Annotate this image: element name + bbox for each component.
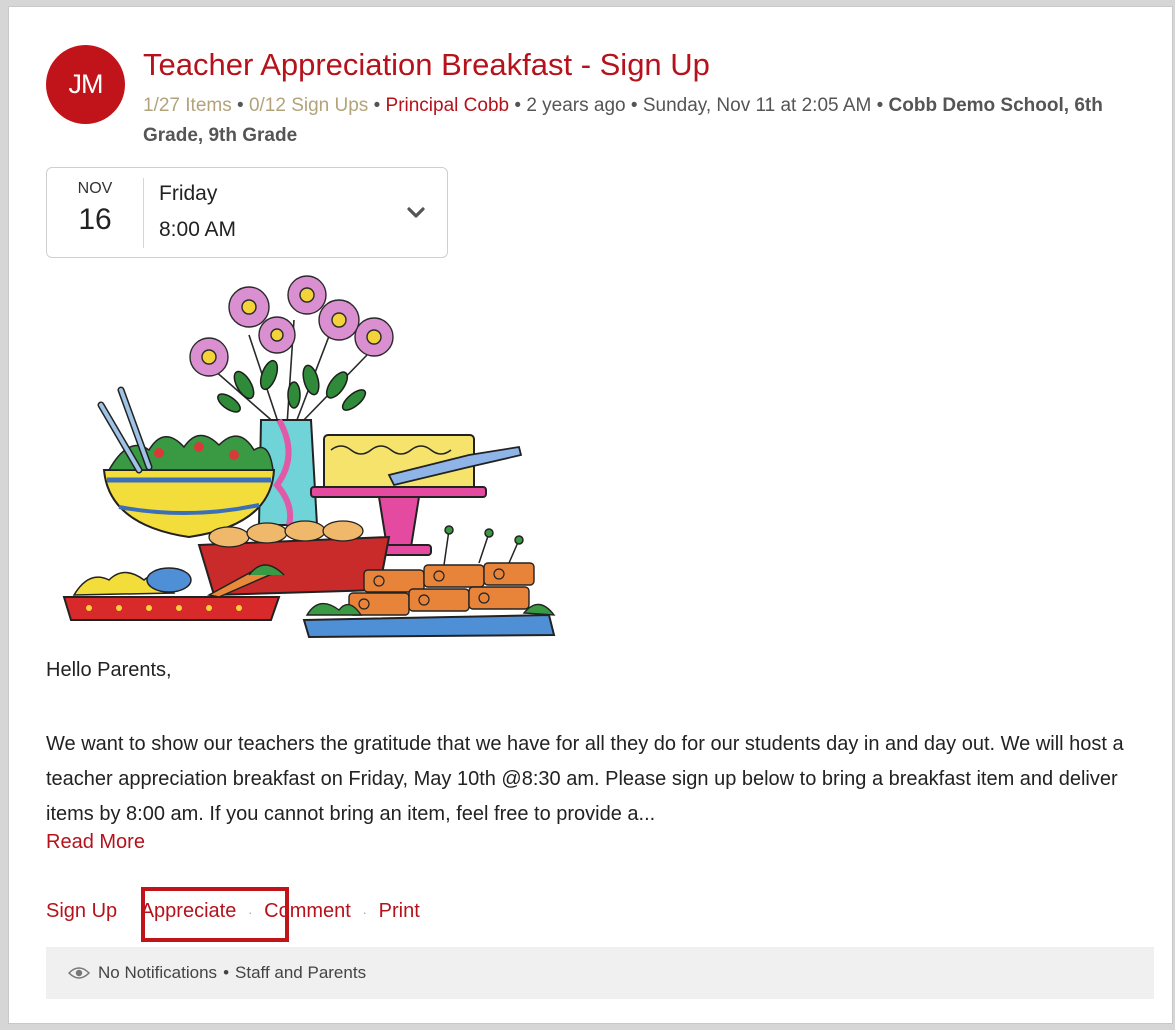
event-weekday: Friday <box>159 182 218 205</box>
breakfast-illustration <box>62 275 556 639</box>
audience-label: Staff and Parents <box>235 963 367 982</box>
sign-up-link[interactable]: Sign Up <box>46 900 117 922</box>
post-card: JM Teacher Appreciation Breakfast - Sign… <box>8 6 1173 1024</box>
meta-separator: • <box>630 95 638 116</box>
event-date-selector[interactable]: NOV 16 Friday 8:00 AM <box>46 167 448 258</box>
post-greeting: Hello Parents, <box>46 659 172 681</box>
post-footer: No Notifications • Staff and Parents <box>46 947 1154 999</box>
eye-icon <box>68 967 90 979</box>
post-meta: 1/27 Items • 0/12 Sign Ups • Principal C… <box>143 91 1143 151</box>
meta-separator: • <box>373 95 381 116</box>
read-more-link[interactable]: Read More <box>46 831 145 854</box>
event-day: 16 <box>78 203 112 236</box>
meta-separator: • <box>876 95 884 116</box>
print-link[interactable]: Print <box>379 900 420 922</box>
meta-separator: • <box>514 95 522 116</box>
post-age: 2 years ago <box>526 95 626 116</box>
author-link[interactable]: Principal Cobb <box>386 95 510 116</box>
date-divider <box>143 178 144 248</box>
event-month: NOV <box>77 180 113 197</box>
signups-count: 0/12 Sign Ups <box>248 95 369 116</box>
action-separator: · <box>362 904 368 920</box>
event-time: 8:00 AM <box>159 218 237 241</box>
appreciate-highlight-box <box>141 887 289 942</box>
post-body: We want to show our teachers the gratitu… <box>46 733 1124 825</box>
footer-separator: • <box>223 963 230 982</box>
chevron-down-icon[interactable] <box>405 202 427 224</box>
items-count: 1/27 Items <box>143 95 232 116</box>
post-datetime: Sunday, Nov 11 at 2:05 AM <box>642 95 872 116</box>
notifications-status[interactable]: No Notifications <box>98 963 217 983</box>
post-title[interactable]: Teacher Appreciation Breakfast - Sign Up <box>143 47 710 83</box>
meta-separator: • <box>237 95 244 116</box>
author-avatar[interactable]: JM <box>46 45 125 124</box>
